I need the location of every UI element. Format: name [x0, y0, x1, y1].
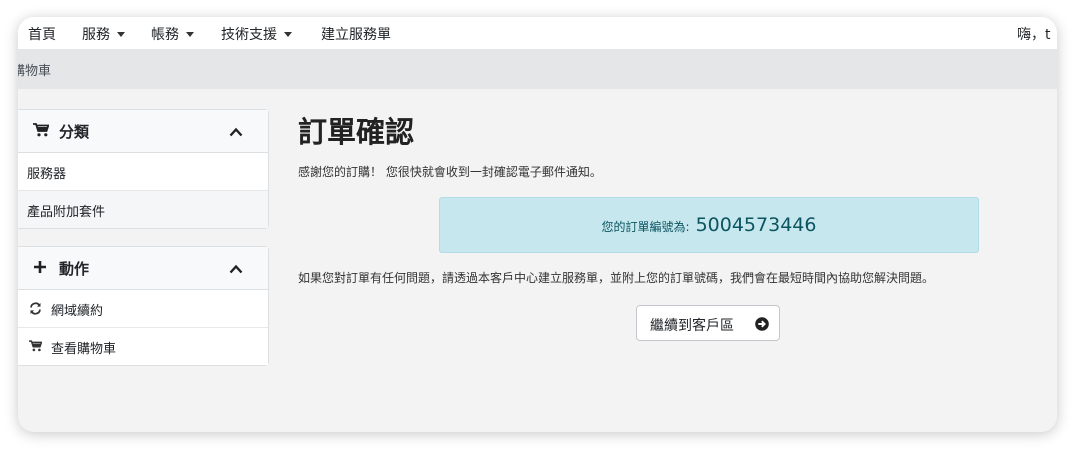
categories-panel: 分類 服務器 產品附加套件	[18, 109, 269, 229]
action-item-view-cart[interactable]: 查看購物車	[18, 328, 268, 365]
top-navbar: 首頁 服務 帳務 技術支援 建立服務單 嗨，t	[18, 17, 1057, 49]
order-number: 5004573446	[695, 214, 817, 236]
category-item-addons[interactable]: 產品附加套件	[18, 191, 268, 228]
category-item-servers[interactable]: 服務器	[18, 153, 268, 191]
order-number-label: 您的訂單編號為:	[601, 220, 690, 234]
browser-window: 首頁 服務 帳務 技術支援 建立服務單 嗨，t 購物車 分類 服務器 產品附加套…	[18, 17, 1057, 432]
actions-header[interactable]: 動作	[18, 247, 268, 290]
caret-down-icon	[186, 31, 194, 37]
caret-down-icon	[284, 31, 292, 37]
action-item-domain-renewal[interactable]: 網域續約	[18, 290, 268, 328]
continue-to-client-area-button[interactable]: 繼續到客戶區	[636, 305, 780, 341]
order-number-alert: 您的訂單編號為: 5004573446	[439, 197, 979, 253]
nav-open-ticket[interactable]: 建立服務單	[321, 24, 391, 44]
cart-icon	[33, 123, 50, 141]
actions-panel: 動作 網域續約 查看購物車	[18, 246, 269, 366]
chevron-up-icon[interactable]	[229, 260, 243, 278]
chevron-up-icon[interactable]	[229, 123, 243, 141]
nav-support[interactable]: 技術支援	[221, 24, 292, 44]
nav-billing[interactable]: 帳務	[151, 24, 194, 44]
cart-icon	[29, 340, 43, 356]
page-title: 訂單確認	[298, 115, 415, 149]
categories-header[interactable]: 分類	[18, 110, 268, 153]
thanks-text: 感謝您的訂購！ 您很快就會收到一封確認電子郵件通知。	[298, 165, 602, 179]
actions-title: 動作	[59, 260, 90, 278]
refresh-icon	[29, 302, 42, 319]
arrow-circle-right-icon	[755, 317, 769, 335]
plus-icon	[33, 260, 47, 278]
nav-home[interactable]: 首頁	[28, 24, 56, 44]
breadcrumb-bar: 購物車	[18, 49, 1057, 89]
help-text: 如果您對訂單有任何問題，請透過本客戶中心建立服務單，並附上您的訂單號碼，我們會在…	[298, 271, 935, 285]
caret-down-icon	[117, 31, 125, 37]
nav-services[interactable]: 服務	[82, 24, 125, 44]
user-greeting[interactable]: 嗨，t	[1017, 24, 1051, 44]
breadcrumb: 購物車	[18, 64, 52, 79]
categories-title: 分類	[59, 123, 90, 141]
